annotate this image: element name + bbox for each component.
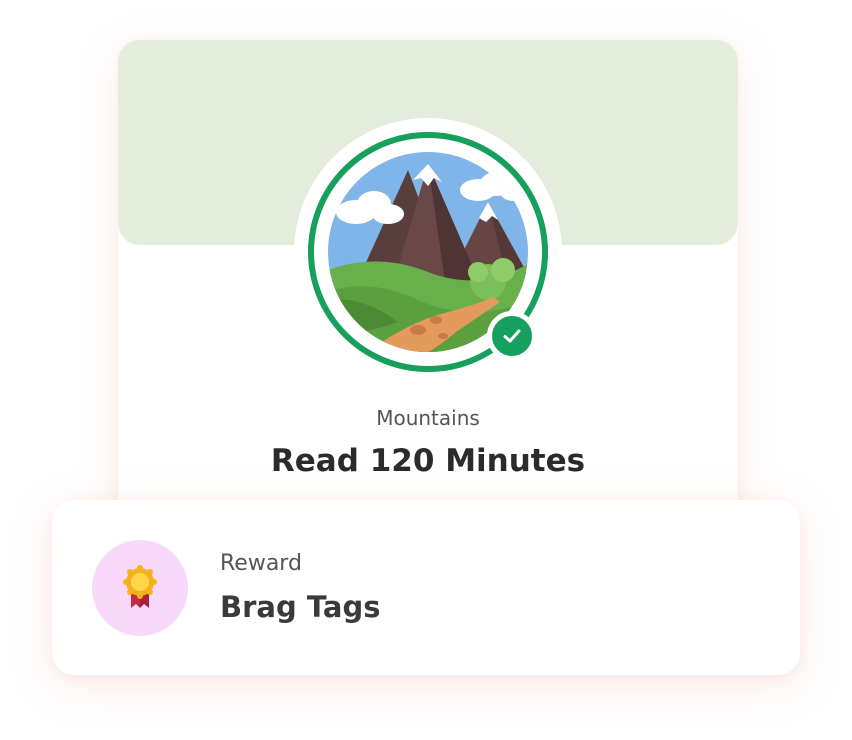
challenge-reward-view: Mountains Read 120 Minutes Reward Brag T… — [0, 0, 852, 740]
reward-name: Brag Tags — [220, 590, 381, 624]
checkmark-icon — [487, 311, 537, 361]
challenge-category: Mountains — [376, 406, 480, 430]
challenge-title: Read 120 Minutes — [270, 443, 586, 479]
reward-card[interactable]: Reward Brag Tags — [52, 500, 800, 675]
challenge-card[interactable]: Mountains Read 120 Minutes — [118, 40, 738, 560]
reward-label: Reward — [220, 551, 302, 576]
challenge-badge — [294, 118, 562, 386]
medal-icon — [123, 565, 157, 608]
reward-icon-circle — [92, 540, 188, 636]
